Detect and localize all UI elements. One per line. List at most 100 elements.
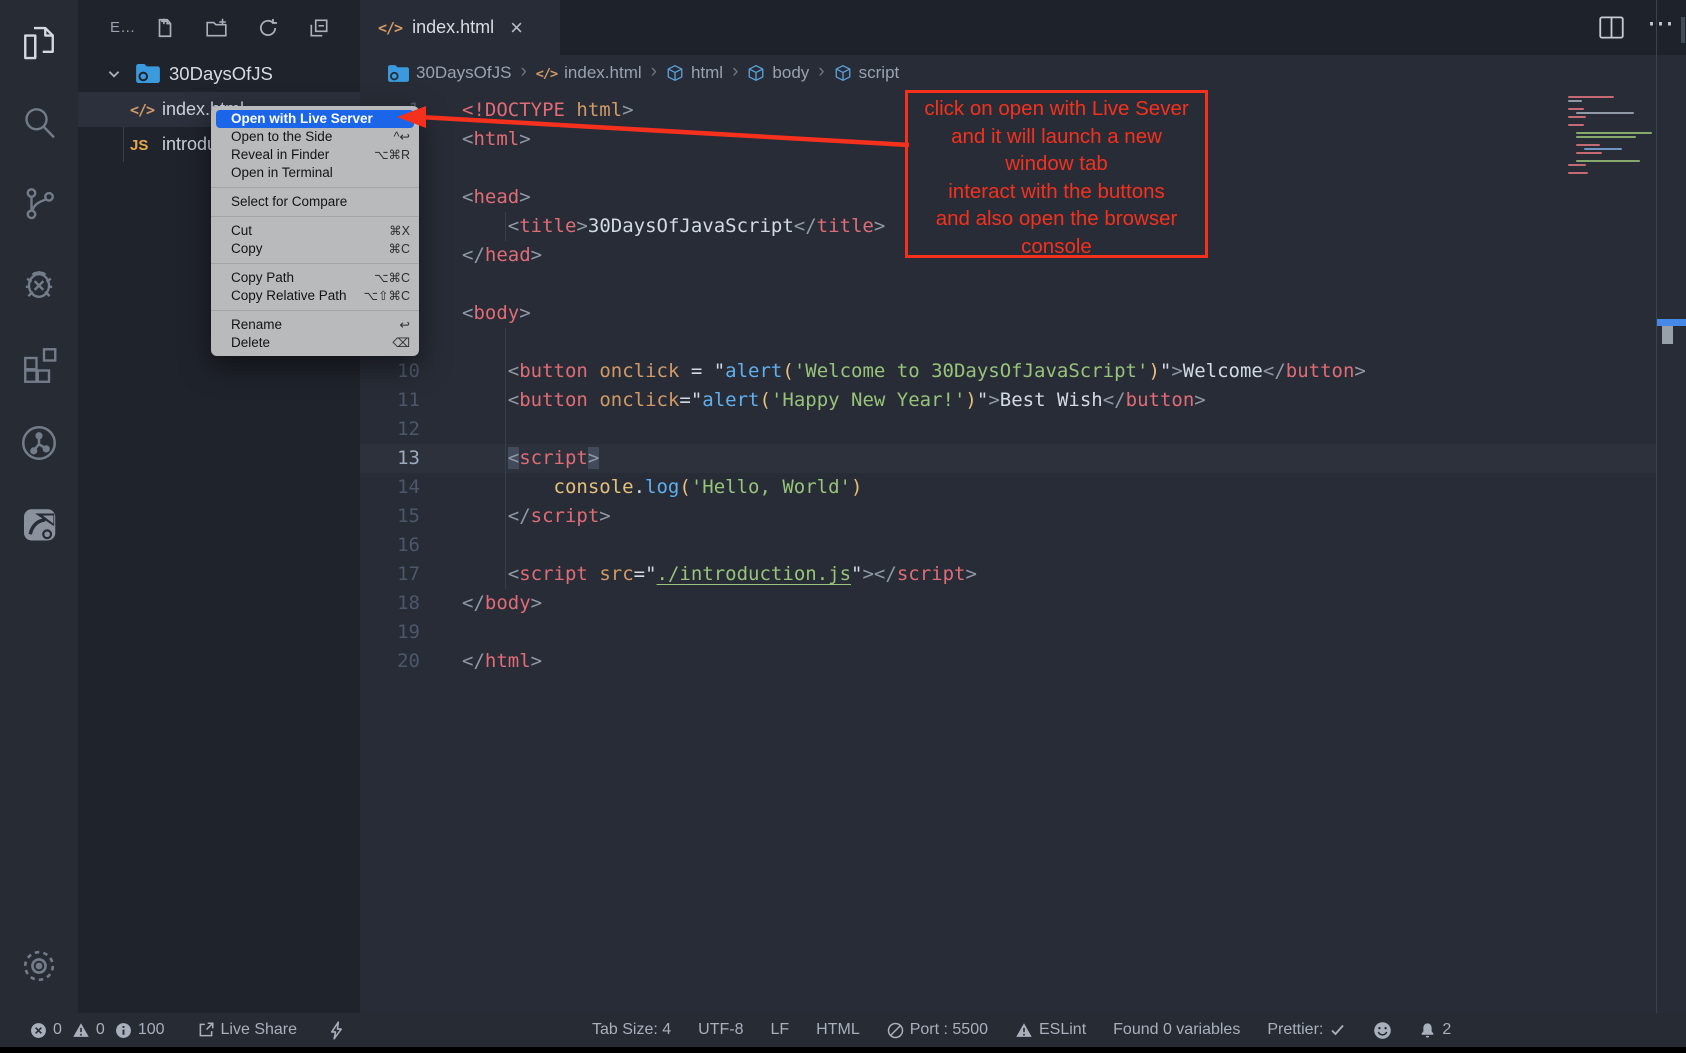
menu-item-open-in-terminal[interactable]: Open in Terminal (211, 164, 419, 182)
menu-item-shortcut: ^↩ (394, 128, 410, 146)
status-item-smiley[interactable] (1373, 1021, 1392, 1040)
annotation-line: and it will launch a new (908, 123, 1205, 151)
menu-item-open-to-the-side[interactable]: Open to the Side^↩ (211, 128, 419, 146)
context-menu: Open with Live ServerOpen to the Side^↩R… (211, 106, 419, 356)
menu-item-shortcut: ⌘X (389, 222, 410, 240)
run-debug-icon[interactable] (0, 250, 78, 316)
menu-item-rename[interactable]: Rename↩ (211, 316, 419, 334)
code-line-13: 13 <script> (360, 444, 1656, 473)
line-content: <button onclick="alert('Happy New Year!'… (462, 386, 1206, 415)
tab-close-icon[interactable]: × (510, 17, 523, 39)
activity-bar (0, 0, 78, 1013)
symbol-cube-icon (666, 64, 684, 82)
line-number: 12 (360, 415, 420, 444)
status-item-live-share[interactable]: Live Share (197, 1021, 298, 1039)
menu-item-copy-relative-path[interactable]: Copy Relative Path⌥⇧⌘C (211, 287, 419, 305)
menu-item-copy-path[interactable]: Copy Path⌥⌘C (211, 269, 419, 287)
html-file-icon: </> (378, 19, 402, 37)
breadcrumb-item-script[interactable]: script (834, 63, 900, 83)
live-share-icon[interactable] (0, 490, 78, 556)
breadcrumb-item-html[interactable]: html (666, 63, 723, 83)
js-file-icon: JS (130, 134, 162, 155)
menu-divider (211, 216, 419, 217)
scrollbar-nub[interactable] (1681, 17, 1685, 43)
status-item-100[interactable]: 100 (115, 1021, 165, 1039)
status-item-0[interactable]: 0 (72, 1021, 105, 1039)
tab-index-html[interactable]: </> index.html × (360, 0, 560, 55)
status-item-tab-size-4[interactable]: Tab Size: 4 (592, 1021, 671, 1039)
split-editor-icon[interactable] (1598, 15, 1625, 40)
menu-item-select-for-compare[interactable]: Select for Compare (211, 193, 419, 211)
status-item-2[interactable]: 2 (1419, 1021, 1451, 1040)
folder-row-30daysofjs[interactable]: 30DaysOfJS (78, 55, 360, 92)
line-number: 15 (360, 502, 420, 531)
source-control-icon[interactable] (0, 170, 78, 236)
code-line-8: 8<body> (360, 299, 1656, 328)
status-item-lightning[interactable] (329, 1021, 344, 1040)
menu-item-cut[interactable]: Cut⌘X (211, 222, 419, 240)
status-item-0[interactable]: 0 (30, 1021, 62, 1039)
breadcrumb-label: html (691, 63, 723, 83)
line-content: </script> (462, 502, 611, 531)
chevron-down-icon (106, 66, 122, 82)
menu-item-label: Rename (231, 316, 400, 334)
line-number: 14 (360, 473, 420, 502)
menu-item-label: Copy Relative Path (231, 287, 364, 305)
line-content: <body> (462, 299, 531, 328)
extensions-icon[interactable] (0, 330, 78, 396)
search-icon[interactable] (0, 90, 78, 156)
menu-item-open-with-live-server[interactable]: Open with Live Server (216, 110, 414, 128)
menu-item-label: Select for Compare (231, 193, 410, 211)
menu-item-delete[interactable]: Delete⌫ (211, 334, 419, 352)
status-item-html[interactable]: HTML (816, 1021, 860, 1039)
explorer-icon[interactable] (0, 10, 78, 76)
line-number: 17 (360, 560, 420, 589)
new-file-icon[interactable] (154, 17, 176, 39)
symbol-cube-icon (834, 64, 852, 82)
menu-divider (211, 263, 419, 264)
tab-label: index.html (412, 17, 494, 38)
status-item-utf-8[interactable]: UTF-8 (698, 1021, 743, 1039)
indent-guide (505, 328, 506, 357)
menu-item-label: Reveal in Finder (231, 146, 374, 164)
mouse-cursor-artifact (1662, 326, 1673, 344)
menu-item-reveal-in-finder[interactable]: Reveal in Finder⌥⌘R (211, 146, 419, 164)
status-item-eslint[interactable]: ESLint (1015, 1021, 1086, 1039)
status-right: Tab Size: 4 UTF-8 LF HTML Port : 5500 ESLint F… (592, 1021, 1451, 1040)
status-item-prettier-[interactable]: Prettier: (1267, 1021, 1346, 1039)
line-content: <html> (462, 125, 531, 154)
folder-icon (388, 65, 409, 82)
new-folder-icon[interactable] (205, 17, 228, 39)
status-item-found-0-variables[interactable]: Found 0 variables (1113, 1021, 1240, 1039)
slash-circle-icon (887, 1022, 904, 1039)
refresh-icon[interactable] (257, 17, 279, 39)
code-line-11: 11 <button onclick="alert('Happy New Yea… (360, 386, 1656, 415)
status-label: Tab Size: 4 (592, 1021, 671, 1039)
code-line-7: 7 (360, 270, 1656, 299)
breadcrumb-separator: › (520, 61, 526, 83)
folder-name: 30DaysOfJS (169, 63, 273, 85)
settings-gear-icon[interactable] (0, 933, 78, 999)
menu-item-label: Copy Path (231, 269, 374, 287)
line-number: 18 (360, 589, 420, 618)
annotation-line: and also open the browser (908, 205, 1205, 233)
code-line-14: 14 console.log('Hello, World') (360, 473, 1656, 502)
menu-item-copy[interactable]: Copy⌘C (211, 240, 419, 258)
indent-guide (505, 531, 506, 560)
menu-item-label: Open to the Side (231, 128, 394, 146)
line-number: 11 (360, 386, 420, 415)
line-content: <script src="./introduction.js"></script… (462, 560, 977, 589)
more-actions-icon[interactable]: ⋯ (1647, 18, 1676, 38)
status-item-lf[interactable]: LF (770, 1021, 789, 1039)
remote-circle-icon[interactable] (0, 410, 78, 476)
breadcrumb-item-index.html[interactable]: </>index.html (536, 63, 642, 83)
menu-item-shortcut: ⌘C (388, 240, 410, 258)
collapse-all-icon[interactable] (308, 17, 330, 39)
status-item-port-5500[interactable]: Port : 5500 (887, 1021, 988, 1039)
bell-icon (1419, 1021, 1436, 1040)
menu-item-label: Copy (231, 240, 388, 258)
breadcrumb-item-body[interactable]: body (747, 63, 809, 83)
smiley-icon (1373, 1021, 1392, 1040)
code-line-12: 12 (360, 415, 1656, 444)
breadcrumb-item-30DaysOfJS[interactable]: 30DaysOfJS (388, 63, 511, 83)
